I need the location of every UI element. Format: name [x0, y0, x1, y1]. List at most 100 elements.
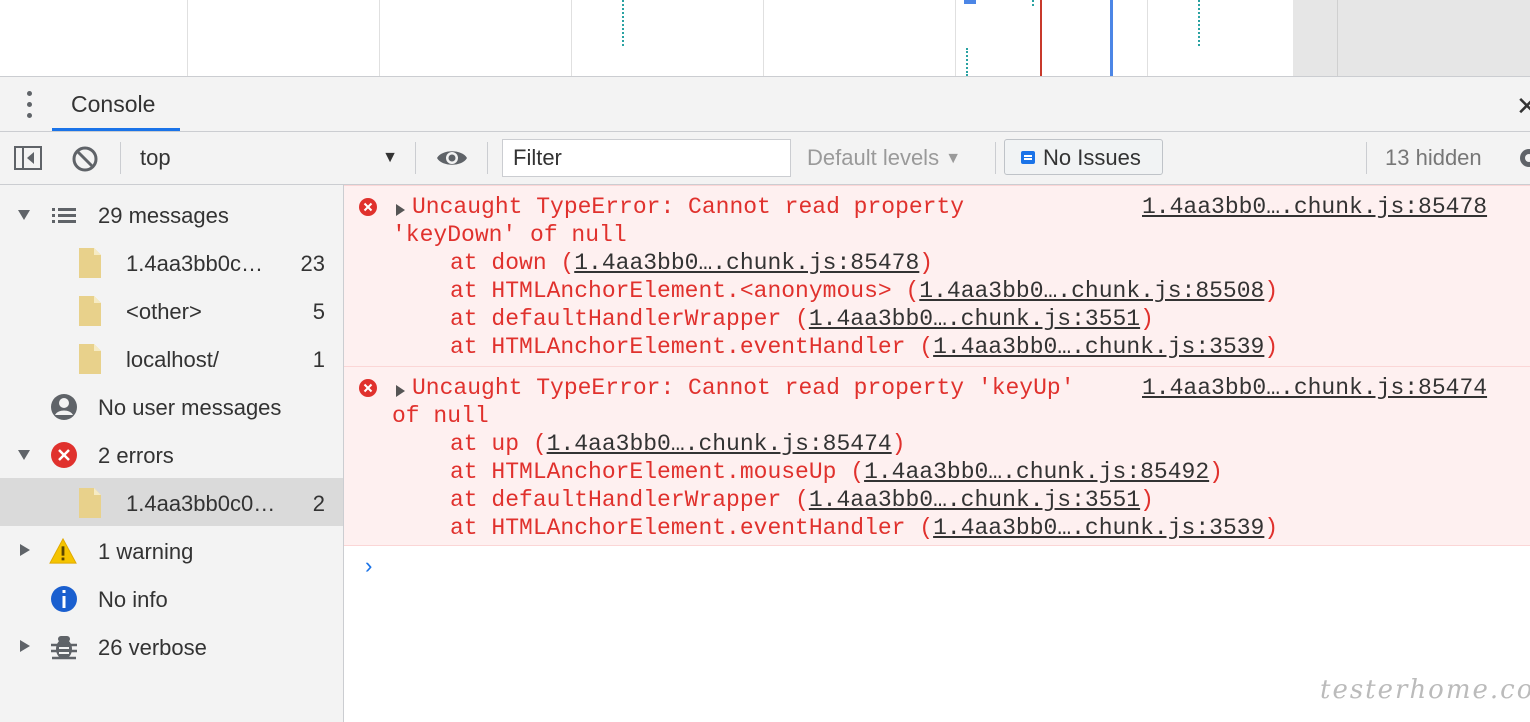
sidebar-item-count: 1 — [312, 347, 325, 372]
execution-context-value: top — [140, 145, 171, 170]
sidebar-item-warnings[interactable]: 1 warning — [0, 526, 343, 574]
file-icon — [79, 488, 101, 518]
stack-frame-text: ) — [1264, 278, 1279, 304]
stack-frame-text: at defaultHandlerWrapper ( — [450, 306, 809, 332]
stack-frame-link[interactable]: 1.4aa3bb0….chunk.js:3551 — [809, 487, 1140, 513]
sidebar-item-errors[interactable]: 2 errors — [0, 430, 343, 478]
expand-triangle-icon[interactable] — [396, 385, 405, 397]
log-levels-label: Default levels — [807, 145, 940, 170]
stack-frame-link[interactable]: 1.4aa3bb0….chunk.js:85492 — [864, 459, 1209, 485]
stack-frame-text: ) — [891, 431, 906, 457]
chevron-down-icon: ▼ — [945, 150, 962, 167]
error-icon — [359, 198, 377, 216]
file-icon — [79, 296, 101, 326]
console-error-message[interactable]: Uncaught TypeError: Cannot read property… — [344, 185, 1530, 367]
stack-frame-text: at HTMLAnchorElement.<anonymous> ( — [450, 278, 920, 304]
tab-console[interactable]: Console — [52, 77, 180, 131]
stack-frame-text: at HTMLAnchorElement.mouseUp ( — [450, 459, 865, 485]
stack-frame-text: at down ( — [450, 250, 575, 276]
source-link[interactable]: 1.4aa3bb0….chunk.js:85474 — [1142, 375, 1487, 401]
stack-frame-text: at up ( — [450, 431, 547, 457]
gear-icon[interactable] — [1515, 144, 1530, 172]
error-text: 'keyDown' of null — [392, 222, 627, 248]
toolbar-divider — [120, 142, 121, 174]
expand-arrow-icon[interactable] — [18, 210, 30, 220]
console-prompt-icon[interactable]: › — [362, 555, 375, 580]
sidebar-item-file[interactable]: localhost/ 1 — [0, 334, 343, 382]
expand-triangle-icon[interactable] — [396, 204, 405, 216]
log-levels-dropdown[interactable]: Default levels ▼ — [807, 145, 961, 171]
timeline-dcl-marker — [1110, 0, 1113, 76]
expand-arrow-icon[interactable] — [20, 544, 30, 556]
sidebar-item-label: 1 warning — [98, 539, 194, 564]
toolbar-divider — [487, 142, 488, 174]
timeline-gridline — [1147, 0, 1148, 76]
stack-frame-link[interactable]: 1.4aa3bb0….chunk.js:3539 — [933, 515, 1264, 541]
toolbar-divider — [1366, 142, 1367, 174]
error-icon — [359, 379, 377, 397]
stack-frame-text: at HTMLAnchorElement.eventHandler ( — [450, 515, 934, 541]
stack-frame-text: ) — [1264, 515, 1279, 541]
list-icon — [52, 208, 76, 223]
source-link[interactable]: 1.4aa3bb0….chunk.js:85478 — [1142, 194, 1487, 220]
stack-frame-text: ) — [1264, 334, 1279, 360]
sidebar-item-label: 1.4aa3bb0c0… — [126, 491, 276, 516]
sidebar-item-messages[interactable]: 29 messages — [0, 190, 343, 238]
timeline-event-marker — [1198, 0, 1200, 46]
sidebar-item-file-selected[interactable]: 1.4aa3bb0c0… 2 — [0, 478, 343, 526]
stack-frame: at defaultHandlerWrapper (1.4aa3bb0….chu… — [450, 487, 1154, 513]
sidebar-item-info[interactable]: No info — [0, 574, 343, 622]
clear-console-icon[interactable] — [71, 145, 99, 173]
user-account-icon — [51, 394, 77, 420]
timeline-overflow-area — [1293, 0, 1530, 76]
sidebar-item-count: 23 — [300, 251, 325, 276]
sidebar-item-file[interactable]: 1.4aa3bb0c… 23 — [0, 238, 343, 286]
issues-icon — [1021, 151, 1035, 164]
sidebar-item-label: 2 errors — [98, 443, 174, 468]
stack-frame: at defaultHandlerWrapper (1.4aa3bb0….chu… — [450, 306, 1154, 332]
sidebar-item-label: 29 messages — [98, 203, 229, 228]
timeline-event-marker — [966, 48, 968, 76]
timeline-gridline — [571, 0, 572, 76]
filter-input[interactable] — [502, 139, 791, 177]
stack-frame: at HTMLAnchorElement.<anonymous> (1.4aa3… — [450, 278, 1278, 304]
timeline-load-marker — [1040, 0, 1042, 76]
error-icon — [51, 442, 77, 468]
stack-frame-link[interactable]: 1.4aa3bb0….chunk.js:85508 — [919, 278, 1264, 304]
tab-console-label: Console — [71, 91, 156, 117]
sidebar-item-label: 26 verbose — [98, 635, 207, 660]
stack-frame-text: ) — [1140, 306, 1154, 332]
execution-context-select[interactable]: top ▼ — [138, 143, 400, 173]
timeline-event-marker — [964, 0, 976, 4]
sidebar-item-user-messages[interactable]: No user messages — [0, 382, 343, 430]
stack-frame-text: at defaultHandlerWrapper ( — [450, 487, 809, 513]
sidebar-item-count: 2 — [312, 491, 325, 516]
sidebar-item-file[interactable]: <other> 5 — [0, 286, 343, 334]
stack-frame: at HTMLAnchorElement.mouseUp (1.4aa3bb0…… — [450, 459, 1223, 485]
console-messages: Uncaught TypeError: Cannot read property… — [344, 185, 1530, 722]
stack-frame-link[interactable]: 1.4aa3bb0….chunk.js:85478 — [574, 250, 919, 276]
more-tools-menu-icon[interactable] — [27, 91, 33, 121]
console-toolbar: top ▼ Default levels ▼ No Issues 13 hidd… — [0, 132, 1530, 185]
sidebar-item-label: localhost/ — [126, 347, 219, 372]
show-sidebar-icon[interactable] — [14, 146, 42, 170]
file-icon — [79, 344, 101, 374]
console-error-message[interactable]: Uncaught TypeError: Cannot read property… — [344, 366, 1530, 546]
stack-frame: at down (1.4aa3bb0….chunk.js:85478) — [450, 250, 933, 276]
expand-arrow-icon[interactable] — [20, 640, 30, 652]
timeline-gridline — [379, 0, 380, 76]
drawer-tab-bar: Console ✕ — [0, 77, 1530, 132]
expand-arrow-icon[interactable] — [18, 450, 30, 460]
toolbar-divider — [415, 142, 416, 174]
issues-button[interactable]: No Issues — [1004, 139, 1163, 175]
stack-frame-link[interactable]: 1.4aa3bb0….chunk.js:3551 — [809, 306, 1140, 332]
sidebar-item-label: No info — [98, 587, 168, 612]
stack-frame-link[interactable]: 1.4aa3bb0….chunk.js:85474 — [547, 431, 892, 457]
live-expression-eye-icon[interactable] — [436, 146, 468, 170]
chevron-down-icon: ▼ — [382, 149, 398, 166]
close-drawer-icon[interactable]: ✕ — [1516, 91, 1530, 122]
sidebar-item-verbose[interactable]: 26 verbose — [0, 622, 343, 670]
stack-frame-link[interactable]: 1.4aa3bb0….chunk.js:3539 — [933, 334, 1264, 360]
tab-active-indicator — [52, 128, 180, 131]
watermark: testerhome.com — [1320, 675, 1530, 705]
